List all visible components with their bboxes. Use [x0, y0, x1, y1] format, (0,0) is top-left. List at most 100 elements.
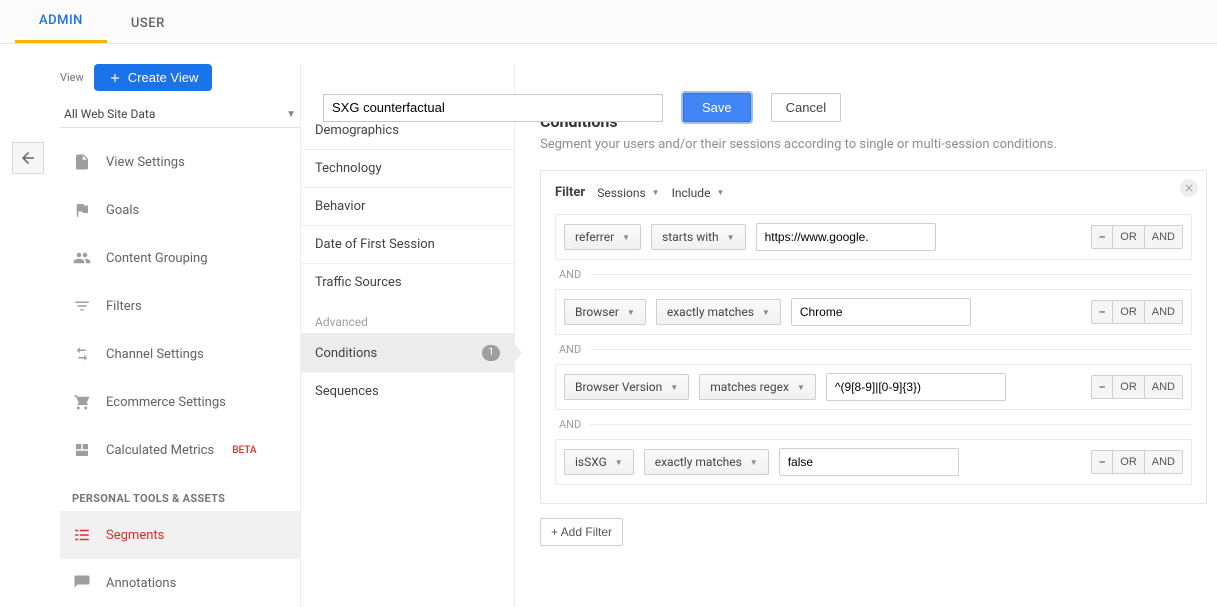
value-input[interactable]	[826, 373, 1006, 401]
view-selector[interactable]: All Web Site Data ▼	[60, 101, 300, 128]
tab-user[interactable]: USER	[107, 2, 189, 43]
mid-traffic-sources[interactable]: Traffic Sources	[301, 263, 514, 301]
value-input[interactable]	[779, 448, 959, 476]
caret-down-icon: ▼	[652, 188, 660, 197]
operator-dropdown[interactable]: exactly matches ▼	[656, 299, 781, 325]
nav-goals[interactable]: Goals	[60, 186, 300, 234]
nav-label: Ecommerce Settings	[106, 395, 226, 410]
arrows-icon	[72, 344, 92, 364]
nav-label: View Settings	[106, 155, 185, 170]
caret-down-icon: ▼	[622, 233, 630, 242]
nav-view-settings[interactable]: View Settings	[60, 138, 300, 186]
annotations-icon	[72, 573, 92, 593]
remove-condition-button[interactable]: –	[1091, 375, 1113, 399]
operator-label: exactly matches	[667, 305, 754, 319]
nav-content-grouping[interactable]: Content Grouping	[60, 234, 300, 282]
remove-condition-button[interactable]: –	[1091, 225, 1113, 249]
operator-label: starts with	[662, 230, 719, 244]
dimension-label: isSXG	[575, 455, 607, 469]
mid-conditions-count: 1	[482, 345, 500, 361]
condition-row: Browser Version ▼ matches regex ▼ – OR AND	[555, 364, 1192, 410]
dimension-dropdown[interactable]: Browser Version ▼	[564, 374, 689, 400]
caret-down-icon: ▼	[797, 383, 805, 392]
or-button[interactable]: OR	[1113, 300, 1145, 324]
dimension-label: Browser Version	[575, 380, 662, 394]
dimension-dropdown[interactable]: referrer ▼	[564, 224, 641, 250]
segment-name-input[interactable]	[323, 94, 663, 122]
filter-include-dropdown[interactable]: Include ▼	[672, 186, 725, 200]
or-button[interactable]: OR	[1113, 375, 1145, 399]
save-button[interactable]: Save	[683, 93, 751, 122]
flag-icon	[72, 200, 92, 220]
view-selector-label: All Web Site Data	[64, 107, 155, 121]
create-view-button[interactable]: Create View	[94, 64, 213, 91]
value-input[interactable]	[791, 298, 971, 326]
value-input[interactable]	[756, 223, 936, 251]
caret-down-icon: ▼	[670, 383, 678, 392]
nav-calculated-metrics[interactable]: Calculated Metrics BETA	[60, 426, 300, 474]
or-button[interactable]: OR	[1113, 225, 1145, 249]
filter-icon	[72, 296, 92, 316]
mid-date-first-session[interactable]: Date of First Session	[301, 225, 514, 263]
and-separator: AND	[559, 268, 581, 281]
caret-down-icon: ▼	[762, 308, 770, 317]
operator-dropdown[interactable]: starts with▼	[651, 224, 746, 250]
mid-conditions-label: Conditions	[315, 346, 377, 361]
cancel-button[interactable]: Cancel	[771, 93, 841, 122]
separator-line	[589, 349, 1192, 350]
operator-label: matches regex	[710, 380, 789, 394]
segments-icon	[72, 525, 92, 545]
close-icon	[1183, 182, 1195, 194]
filter-include-label: Include	[672, 186, 711, 200]
add-filter-button[interactable]: + Add Filter	[540, 518, 623, 546]
nav-channel-settings[interactable]: Channel Settings	[60, 330, 300, 378]
and-button[interactable]: AND	[1145, 300, 1183, 324]
condition-row: Browser▼ exactly matches ▼ – OR AND	[555, 289, 1192, 335]
operator-dropdown[interactable]: matches regex ▼	[699, 374, 816, 400]
separator-line	[589, 424, 1192, 425]
condition-row: referrer ▼ starts with▼ – OR AND	[555, 214, 1192, 260]
nav-label: Channel Settings	[106, 347, 204, 362]
document-icon	[72, 152, 92, 172]
nav-label: Goals	[106, 203, 139, 218]
operator-dropdown[interactable]: exactly matches ▼	[644, 449, 769, 475]
and-button[interactable]: AND	[1145, 450, 1183, 474]
mid-sequences[interactable]: Sequences	[301, 372, 514, 410]
caret-down-icon: ▼	[750, 458, 758, 467]
mid-conditions[interactable]: Conditions 1	[301, 333, 514, 372]
mid-advanced-label: Advanced	[301, 301, 514, 333]
filter-remove-button[interactable]	[1180, 179, 1198, 197]
nav-annotations[interactable]: Annotations	[60, 559, 300, 607]
logic-group: – OR AND	[1091, 225, 1183, 249]
logic-group: – OR AND	[1091, 375, 1183, 399]
people-icon	[72, 248, 92, 268]
dimension-dropdown[interactable]: isSXG ▼	[564, 449, 634, 475]
condition-row: isSXG ▼ exactly matches ▼ – OR AND	[555, 439, 1192, 485]
or-button[interactable]: OR	[1113, 450, 1145, 474]
caret-down-icon: ▼	[627, 308, 635, 317]
nav-filters[interactable]: Filters	[60, 282, 300, 330]
and-button[interactable]: AND	[1145, 225, 1183, 249]
dimension-label: referrer	[575, 230, 614, 244]
caret-down-icon: ▼	[615, 458, 623, 467]
tab-admin[interactable]: ADMIN	[15, 0, 107, 43]
nav-label: Filters	[106, 299, 142, 314]
nav-ecommerce-settings[interactable]: Ecommerce Settings	[60, 378, 300, 426]
plus-icon	[108, 71, 122, 85]
remove-condition-button[interactable]: –	[1091, 450, 1113, 474]
filter-scope-dropdown[interactable]: Sessions ▼	[597, 186, 659, 200]
caret-down-icon: ▼	[286, 109, 296, 120]
cart-icon	[72, 392, 92, 412]
caret-down-icon: ▼	[716, 188, 724, 197]
nav-segments[interactable]: Segments	[60, 511, 300, 559]
separator-line	[589, 274, 1192, 275]
arrow-left-icon	[19, 149, 37, 167]
and-button[interactable]: AND	[1145, 375, 1183, 399]
dimension-dropdown[interactable]: Browser▼	[564, 299, 646, 325]
mid-technology[interactable]: Technology	[301, 149, 514, 187]
back-button[interactable]	[12, 142, 44, 174]
remove-condition-button[interactable]: –	[1091, 300, 1113, 324]
nav-label: Annotations	[106, 576, 176, 591]
mid-behavior[interactable]: Behavior	[301, 187, 514, 225]
operator-label: exactly matches	[655, 455, 742, 469]
